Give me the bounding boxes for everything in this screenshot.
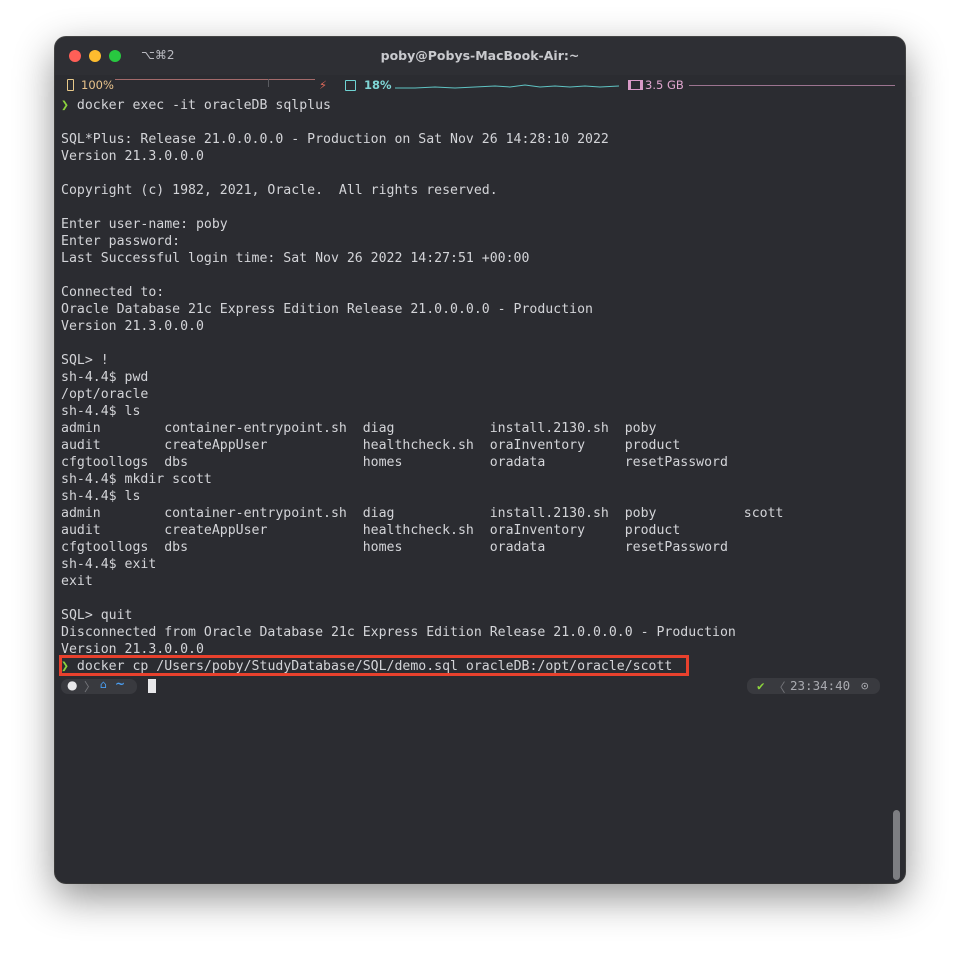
terminal-line-text: Enter user-name: poby: [61, 217, 228, 232]
terminal-line: Disconnected from Oracle Database 21c Ex…: [61, 624, 885, 641]
title-bar[interactable]: ⌥⌘2 poby@Pobys-MacBook-Air:~: [55, 37, 905, 75]
memory-graph: [689, 85, 895, 86]
terminal-line-text: admin container-entrypoint.sh diag insta…: [61, 421, 657, 436]
battery-icon: [67, 79, 74, 91]
cpu-icon: [345, 80, 356, 91]
terminal-line: cfgtoollogs dbs homes oradata resetPassw…: [61, 454, 885, 471]
terminal-line-text: Copyright (c) 1982, 2021, Oracle. All ri…: [61, 183, 498, 198]
terminal-output[interactable]: ❯ docker exec -it oracleDB sqlplus SQL*Pl…: [59, 97, 885, 877]
prompt-segment-right: ✔ 〈 23:34:40 ⊙: [747, 678, 880, 695]
terminal-line-text: admin container-entrypoint.sh diag insta…: [61, 506, 784, 521]
terminal-window: ⌥⌘2 poby@Pobys-MacBook-Air:~ 100% ⚡ 18% …: [55, 37, 905, 883]
terminal-line-text: sh-4.4$ mkdir scott: [61, 472, 212, 487]
terminal-line: sh-4.4$ exit: [61, 556, 885, 573]
status-check-icon: ✔: [757, 678, 765, 693]
terminal-line-text: sh-4.4$ pwd: [61, 370, 149, 385]
terminal-line-text: SQL> !: [61, 353, 109, 368]
terminal-line-text: Enter password:: [61, 234, 181, 249]
terminal-line-text: Oracle Database 21c Express Edition Rele…: [61, 302, 593, 317]
terminal-line: Connected to:: [61, 284, 885, 301]
terminal-line: SQL> quit: [61, 607, 885, 624]
memory-usage: 3.5 GB: [645, 78, 684, 92]
terminal-line-text: sh-4.4$ ls: [61, 489, 141, 504]
terminal-line: admin container-entrypoint.sh diag insta…: [61, 505, 885, 522]
terminal-line-text: cfgtoollogs dbs homes oradata resetPassw…: [61, 540, 728, 555]
clock-icon: ⊙: [861, 678, 869, 693]
terminal-line-text: audit createAppUser healthcheck.sh oraIn…: [61, 438, 681, 453]
terminal-line: sh-4.4$ pwd: [61, 369, 885, 386]
terminal-line: Copyright (c) 1982, 2021, Oracle. All ri…: [61, 182, 885, 199]
terminal-line: exit: [61, 573, 885, 590]
terminal-line: Oracle Database 21c Express Edition Rele…: [61, 301, 885, 318]
chevron-left-icon: 〈: [773, 680, 786, 695]
prompt-path: ~: [115, 677, 126, 691]
terminal-line-text: SQL*Plus: Release 21.0.0.0.0 - Productio…: [61, 132, 609, 147]
terminal-line-text: audit createAppUser healthcheck.sh oraIn…: [61, 523, 681, 538]
terminal-line-text: Connected to:: [61, 285, 165, 300]
window-title: poby@Pobys-MacBook-Air:~: [380, 48, 580, 63]
terminal-line: sh-4.4$ ls: [61, 403, 885, 420]
cpu-graph: [395, 84, 619, 89]
terminal-line: Version 21.3.0.0.0: [61, 148, 885, 165]
terminal-line: sh-4.4$ ls: [61, 488, 885, 505]
terminal-line: Last Successful login time: Sat Nov 26 2…: [61, 250, 885, 267]
chevron-right-icon: 〉: [84, 680, 97, 694]
battery-level: 100%: [81, 78, 114, 92]
charging-bolt-icon: ⚡: [319, 78, 328, 92]
terminal-line: cfgtoollogs dbs homes oradata resetPassw…: [61, 539, 885, 556]
prompt-time: 23:34:40: [790, 678, 851, 693]
terminal-line-text: exit: [61, 574, 93, 589]
terminal-line-text: sh-4.4$ ls: [61, 404, 141, 419]
terminal-line-text: Version 21.3.0.0.0: [61, 319, 204, 334]
terminal-line-text: Version 21.3.0.0.0: [61, 149, 204, 164]
highlight-annotation: [59, 655, 689, 676]
home-icon: ⌂: [100, 678, 107, 691]
terminal-line-text: docker exec -it oracleDB sqlplus: [76, 98, 331, 113]
terminal-line: Version 21.3.0.0.0: [61, 318, 885, 335]
terminal-line-text: sh-4.4$ exit: [61, 557, 157, 572]
shell-prompt[interactable]: ● 〉 ⌂ ~ ✔ 〈 23:34:40 ⊙: [61, 677, 881, 695]
terminal-line-text: /opt/oracle: [61, 387, 149, 402]
terminal-line: sh-4.4$ mkdir scott: [61, 471, 885, 488]
terminal-line: /opt/oracle: [61, 386, 885, 403]
terminal-line: ❯ docker exec -it oracleDB sqlplus: [61, 97, 885, 114]
battery-graph-marker: [268, 79, 269, 87]
terminal-line-text: Disconnected from Oracle Database 21c Ex…: [61, 625, 736, 640]
text-cursor[interactable]: [148, 679, 156, 693]
apple-icon: ●: [67, 678, 78, 692]
terminal-line: audit createAppUser healthcheck.sh oraIn…: [61, 522, 885, 539]
scrollbar-thumb[interactable]: [893, 810, 900, 880]
battery-graph: [115, 79, 315, 80]
terminal-line-text: Last Successful login time: Sat Nov 26 2…: [61, 251, 530, 266]
prompt-chevron-icon: ❯: [61, 98, 77, 113]
terminal-line: SQL> !: [61, 352, 885, 369]
memory-icon: [628, 80, 643, 90]
terminal-line: Enter password:: [61, 233, 885, 250]
terminal-lines: ❯ docker exec -it oracleDB sqlplus SQL*Pl…: [61, 97, 885, 675]
terminal-line: audit createAppUser healthcheck.sh oraIn…: [61, 437, 885, 454]
prompt-segment-left: ● 〉 ⌂ ~: [61, 677, 137, 694]
terminal-line-text: cfgtoollogs dbs homes oradata resetPassw…: [61, 455, 728, 470]
terminal-line: SQL*Plus: Release 21.0.0.0.0 - Productio…: [61, 131, 885, 148]
terminal-line-text: SQL> quit: [61, 608, 133, 623]
scrollbar[interactable]: [892, 97, 900, 880]
status-bar: 100% ⚡ 18% 3.5 GB: [55, 75, 905, 95]
cpu-usage: 18%: [364, 78, 392, 92]
terminal-line: Enter user-name: poby: [61, 216, 885, 233]
terminal-line: admin container-entrypoint.sh diag insta…: [61, 420, 885, 437]
